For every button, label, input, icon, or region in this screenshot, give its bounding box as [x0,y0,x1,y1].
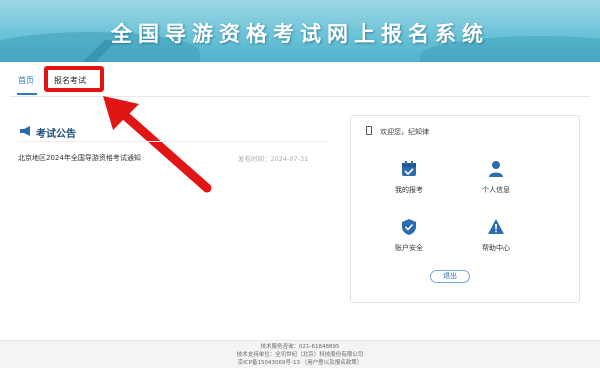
footer-tech-support: 技术支持单位：全讯世纪（北京）科技股份有限公司 [236,352,364,358]
announcement-title: 考试公告 [36,129,76,140]
announcement-link[interactable]: 北京地区2024年全国导游资格考试通知 [18,153,141,163]
shield-check-icon[interactable] [400,218,418,236]
menu-my-registrations[interactable]: 我的报考 [369,185,449,195]
announcement-date: 发布时间：2024-07-31 [238,155,309,163]
footer-icp[interactable]: 京ICP备15043069号-13 （用户登以及报名政策） [0,358,600,366]
calendar-check-icon[interactable] [400,160,418,178]
menu-personal-info[interactable]: 个人信息 [456,185,536,195]
logout-button[interactable]: 退出 [430,270,470,283]
menu-help-center[interactable]: 帮助中心 [456,243,536,253]
welcome-text: 欢迎您，纪知律 [380,128,429,136]
active-tab-indicator [17,93,37,95]
header-banner: 全国导游资格考试网上报名系统 [0,0,600,62]
announcement-divider [18,141,328,142]
footer-support-phone: 技术服务咨询：021-61848895 [260,344,340,350]
tab-home[interactable]: 首页 [18,75,34,86]
warning-icon[interactable] [487,218,505,236]
annotation-arrow-icon [103,96,212,193]
menu-account-security[interactable]: 账户安全 [369,243,449,253]
user-icon[interactable] [487,160,505,178]
footer: 技术服务咨询：021-61848895 技术支持单位：全讯世纪（北京）科技股份有… [0,340,600,368]
annotation-highlight-box [44,66,104,92]
site-title: 全国导游资格考试网上报名系统 [111,22,489,46]
phone-icon [366,126,372,135]
megaphone-icon [20,126,30,136]
